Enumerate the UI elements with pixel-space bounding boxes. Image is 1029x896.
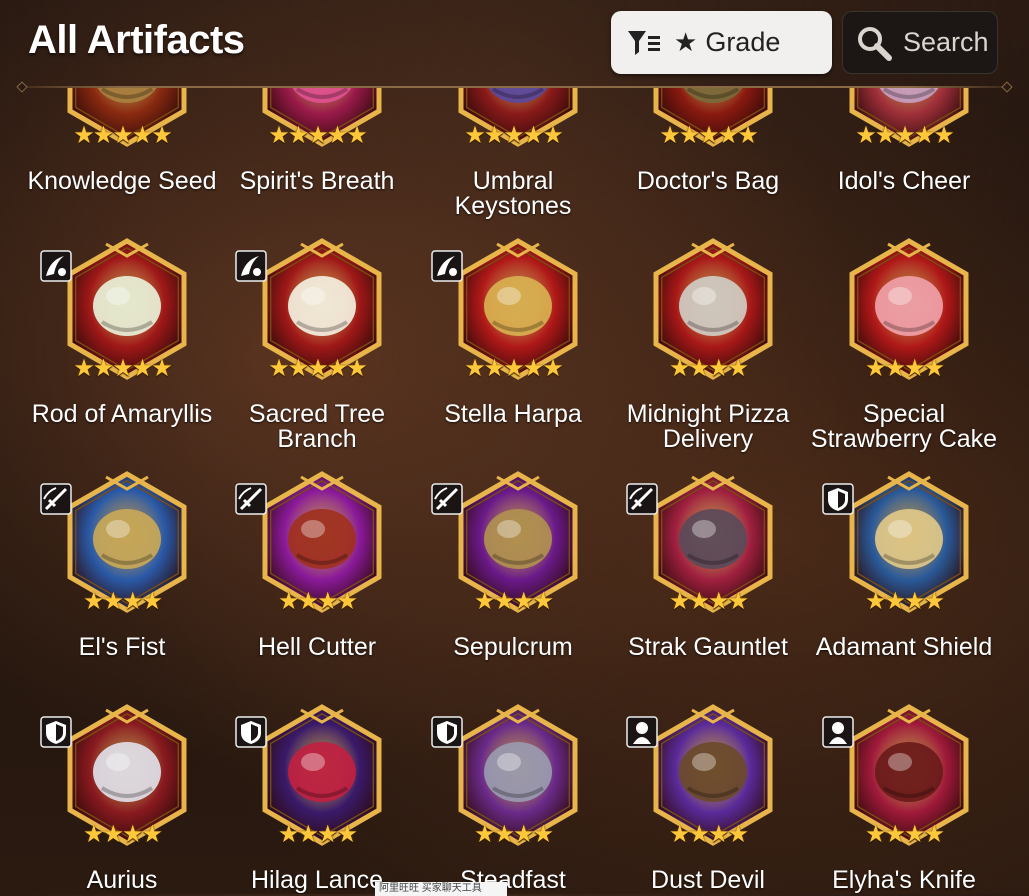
artifact-name: Rod of Amaryllis	[31, 400, 213, 428]
artifact-card[interactable]: ★★★★★ Spirit's Breath	[219, 88, 415, 230]
star-rating: ★★★★	[82, 821, 163, 848]
artifact-card[interactable]: ★★★★ Special Strawberry Cake	[806, 238, 1002, 463]
artifact-card[interactable]: ★★★★★ Doctor's Bag	[610, 88, 806, 230]
artifact-name: Idol's Cheer	[837, 167, 971, 195]
header: All Artifacts ★ Grade Search	[0, 0, 1029, 93]
artifact-name: Special Strawberry Cake	[810, 400, 998, 453]
artifact-card[interactable]: ★★★★ Sepulcrum	[415, 471, 611, 696]
artifact-name: Dust Devil	[651, 866, 765, 894]
artifact-card[interactable]: ★★★★★ Idol's Cheer	[806, 88, 1002, 230]
thief-class-icon	[822, 716, 854, 748]
page-title: All Artifacts	[28, 18, 245, 62]
search-label: Search	[903, 27, 989, 57]
artifact-name: Aurius	[86, 866, 158, 894]
warrior-class-icon	[40, 483, 72, 515]
artifact-name: El's Fist	[78, 633, 166, 661]
artifact-name: Stella Harpa	[444, 400, 582, 428]
artifact-name: Elyha's Knife	[832, 866, 976, 894]
artifact-card[interactable]: ★★★★ El's Fist	[24, 471, 220, 696]
star-rating: ★★★★	[277, 821, 358, 848]
knight-class-icon	[40, 716, 72, 748]
grade-filter-button[interactable]: ★ Grade	[611, 11, 832, 74]
artifact-name: Sepulcrum	[453, 633, 573, 661]
artifact-name: Sacred Tree Branch	[248, 400, 386, 453]
star-rating: ★★★★	[864, 355, 945, 382]
artifact-card[interactable]: ★★★★ Elyha's Knife	[806, 704, 1002, 894]
artifact-card[interactable]: ★★★★★ Rod of Amaryllis	[24, 238, 220, 463]
artifact-name: Hell Cutter	[257, 633, 377, 661]
star-rating: ★★★★★	[464, 122, 564, 149]
star-rating: ★★★★★	[464, 355, 564, 382]
artifact-name: Strak Gauntlet	[628, 633, 788, 661]
artifact-card[interactable]: ★★★★ Hell Cutter	[219, 471, 415, 696]
star-icon: ★	[674, 27, 698, 57]
star-rating: ★★★★	[864, 588, 945, 615]
knight-class-icon	[822, 483, 854, 515]
artifact-name: Midnight Pizza Delivery	[626, 400, 790, 453]
artifact-name: Doctor's Bag	[636, 167, 780, 195]
star-rating: ★★★★	[473, 588, 554, 615]
artifact-grid: ★★★★★ Knowledge Seed ★★★★★ Spirit's Breath ★…	[0, 88, 1029, 894]
knight-class-icon	[235, 716, 267, 748]
knight-class-icon	[431, 716, 463, 748]
soul-weaver-class-icon	[235, 250, 267, 282]
star-rating: ★★★★★	[73, 122, 173, 149]
artifact-card[interactable]: ★★★★ Midnight Pizza Delivery	[610, 238, 806, 463]
artifact-card[interactable]: ★★★★ Aurius	[24, 704, 220, 894]
grade-filter-label: Grade	[705, 27, 781, 57]
artifact-card[interactable]: ★★★★★ Umbral Keystones	[415, 88, 611, 230]
search-icon	[858, 26, 892, 61]
star-rating: ★★★★	[277, 588, 358, 615]
star-rating: ★★★★	[473, 821, 554, 848]
artifact-name: Adamant Shield	[815, 633, 993, 661]
star-rating: ★★★★★	[855, 122, 955, 149]
artifact-card[interactable]: ★★★★ Steadfast	[415, 704, 611, 894]
artifact-card[interactable]: ★★★★ Dust Devil	[610, 704, 806, 894]
star-rating: ★★★★	[82, 588, 163, 615]
search-button[interactable]: Search	[842, 11, 998, 74]
artifact-card[interactable]: ★★★★ Strak Gauntlet	[610, 471, 806, 696]
artifact-name: Umbral Keystones	[454, 167, 572, 220]
thief-class-icon	[626, 716, 658, 748]
artifact-card[interactable]: ★★★★ Adamant Shield	[806, 471, 1002, 696]
star-rating: ★★★★★	[268, 122, 368, 149]
artifact-card[interactable]: ★★★★ Hilag Lance	[219, 704, 415, 894]
star-rating: ★★★★★	[268, 355, 368, 382]
star-rating: ★★★★	[668, 355, 749, 382]
warrior-class-icon	[626, 483, 658, 515]
warrior-class-icon	[431, 483, 463, 515]
artifact-card[interactable]: ★★★★★ Knowledge Seed	[24, 88, 220, 230]
artifact-name: Spirit's Breath	[239, 167, 395, 195]
filter-icon	[628, 30, 660, 55]
star-rating: ★★★★	[668, 821, 749, 848]
star-rating: ★★★★	[864, 821, 945, 848]
star-rating: ★★★★★	[73, 355, 173, 382]
soul-weaver-class-icon	[40, 250, 72, 282]
soul-weaver-class-icon	[431, 250, 463, 282]
artifact-name: Knowledge Seed	[27, 167, 217, 195]
star-rating: ★★★★	[668, 588, 749, 615]
star-rating: ★★★★★	[659, 122, 759, 149]
artifact-card[interactable]: ★★★★★ Sacred Tree Branch	[219, 238, 415, 463]
artifact-card[interactable]: ★★★★★ Stella Harpa	[415, 238, 611, 463]
warrior-class-icon	[235, 483, 267, 515]
